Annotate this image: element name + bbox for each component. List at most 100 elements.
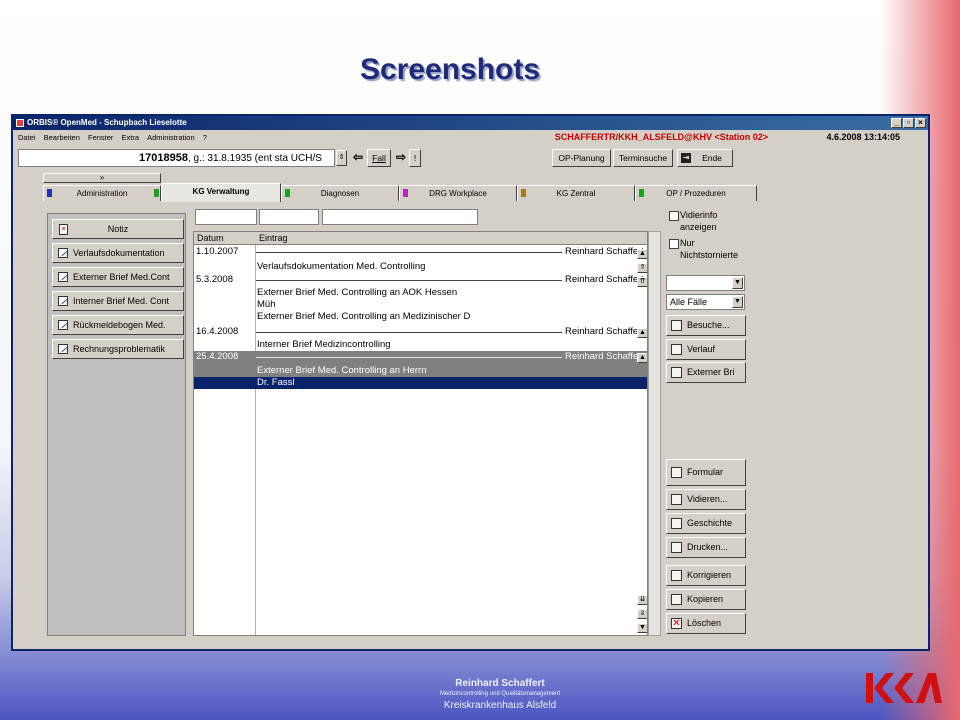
slide-title: Screenshots bbox=[359, 53, 541, 86]
menu-help[interactable]: ? bbox=[203, 133, 207, 142]
book-icon bbox=[671, 518, 682, 529]
patient-dropdown[interactable]: ⇕ bbox=[336, 150, 347, 166]
row-date: 5.3.2008 bbox=[196, 274, 233, 285]
note-icon bbox=[671, 344, 682, 355]
rueckmeldebogen-button[interactable]: Rückmeldebogen Med. bbox=[52, 315, 184, 335]
table-row-highlight[interactable]: Dr. Fassl bbox=[194, 377, 647, 389]
faelle-select[interactable]: Alle Fälle ▼ bbox=[666, 294, 745, 310]
tab-flag-icon bbox=[285, 189, 290, 197]
rechnungsproblematik-button[interactable]: Rechnungsproblematik bbox=[52, 339, 184, 359]
geschichte-button[interactable]: Geschichte bbox=[666, 513, 746, 534]
document-icon bbox=[58, 248, 68, 258]
verlaufsdokumentation-button[interactable]: Verlaufsdokumentation bbox=[52, 243, 184, 263]
patient-info: , g.: 31.8.1935 (ent sta UCH/S bbox=[187, 153, 322, 164]
tab-flag-icon bbox=[403, 189, 408, 197]
interner-brief-button[interactable]: Interner Brief Med. Cont bbox=[52, 291, 184, 311]
externer-bri-button[interactable]: Externer Bri bbox=[666, 362, 746, 383]
document-icon bbox=[58, 272, 68, 282]
chevron-down-icon: ▼ bbox=[732, 277, 743, 289]
ende-button[interactable]: ⇥ Ende bbox=[677, 149, 733, 167]
drucken-button[interactable]: Drucken... bbox=[666, 537, 746, 558]
nichtstornierte-checkbox[interactable] bbox=[669, 239, 679, 249]
menu-administration[interactable]: Administration bbox=[147, 133, 195, 142]
close-button[interactable]: × bbox=[915, 118, 926, 128]
document-icon bbox=[58, 296, 68, 306]
chevron-down-icon: ▼ bbox=[732, 296, 743, 308]
document-icon bbox=[58, 344, 68, 354]
entries-grid: Datum Eintrag 1.10.2007 Reinhard Schaffe… bbox=[193, 231, 648, 636]
row-entry-line: Müh bbox=[257, 299, 276, 310]
vidierinfo-label: Vidierinfo anzeigen bbox=[680, 210, 718, 232]
fall-button[interactable]: Fall bbox=[367, 149, 391, 167]
filter-select-1[interactable]: ▼ bbox=[666, 275, 745, 291]
back-arrow-icon[interactable]: ⇦ bbox=[349, 149, 367, 167]
window-title: ORBIS® OpenMed - Schupbach Lieselotte bbox=[27, 118, 187, 127]
book-icon bbox=[671, 320, 682, 331]
filter-input-1[interactable] bbox=[195, 209, 257, 225]
vidieren-button[interactable]: Vidieren... bbox=[666, 489, 746, 510]
minimize-button[interactable]: _ bbox=[891, 118, 902, 128]
tab-kg-zentral[interactable]: KG Zentral bbox=[517, 185, 635, 201]
tab-drg-workplace[interactable]: DRG Workplace bbox=[399, 185, 517, 201]
kka-logo bbox=[866, 673, 942, 703]
menu-extra[interactable]: Extra bbox=[122, 133, 140, 142]
toolbar: 17018958, g.: 31.8.1935 (ent sta UCH/S ⇕… bbox=[13, 146, 928, 170]
row-scroll-up-icon[interactable]: ⇑ bbox=[637, 263, 647, 273]
ende-label: Ende bbox=[702, 153, 722, 163]
tab-kg-verwaltung[interactable]: KG Verwaltung bbox=[154, 183, 281, 202]
besuche-button[interactable]: Besuche... bbox=[666, 315, 746, 336]
table-row[interactable]: 1.10.2007 Reinhard Schaffert Verlaufsdok… bbox=[194, 246, 647, 274]
footer-dept: Medizincontrolling und Qualitätsmanageme… bbox=[439, 691, 561, 697]
patient-field[interactable]: 17018958, g.: 31.8.1935 (ent sta UCH/S bbox=[18, 149, 335, 167]
kopieren-button[interactable]: Kopieren bbox=[666, 589, 746, 610]
table-row-selected[interactable]: 25.4.2008 Reinhard Schaffert Externer Br… bbox=[194, 351, 647, 377]
tab-flag-icon bbox=[639, 189, 644, 197]
app-icon bbox=[16, 119, 24, 127]
terminsuche-button[interactable]: Terminsuche bbox=[613, 149, 673, 167]
vidierinfo-checkbox[interactable] bbox=[669, 211, 679, 221]
signature-icon bbox=[671, 494, 682, 505]
column-datum[interactable]: Datum bbox=[197, 232, 224, 245]
nichtstornierte-label: Nur Nichtstornierte bbox=[680, 238, 739, 260]
menu-datei[interactable]: Datei bbox=[18, 133, 36, 142]
edit-icon bbox=[671, 570, 682, 581]
footer-org: Kreiskrankenhaus Alsfeld bbox=[443, 700, 557, 711]
formular-button[interactable]: Formular bbox=[666, 459, 746, 486]
scroll-bottom-icon[interactable]: ▼ bbox=[637, 623, 647, 633]
row-entry-line: Externer Brief Med. Controlling an Herrn bbox=[257, 365, 427, 376]
column-eintrag[interactable]: Eintrag bbox=[259, 232, 288, 245]
verlauf-button[interactable]: Verlauf bbox=[666, 339, 746, 360]
row-scroll-up-icon[interactable]: ▲ bbox=[637, 249, 647, 259]
document-icon bbox=[58, 320, 68, 330]
scroll-down-icon[interactable]: ⇊ bbox=[637, 595, 647, 605]
table-row[interactable]: 16.4.2008 Reinhard Schaffert Interner Br… bbox=[194, 326, 647, 351]
tab-op-prozeduren[interactable]: OP / Prozeduren bbox=[635, 185, 757, 201]
korrigieren-button[interactable]: Korrigieren bbox=[666, 565, 746, 586]
footer: Reinhard Schaffert Medizincontrolling un… bbox=[0, 678, 960, 711]
loeschen-button[interactable]: ✕ Löschen bbox=[666, 613, 746, 634]
filter-input-2[interactable] bbox=[259, 209, 319, 225]
table-row[interactable]: 5.3.2008 Reinhard Schaffert Externer Bri… bbox=[194, 274, 647, 326]
exit-icon: ⇥ bbox=[681, 153, 691, 163]
tab-flag-icon bbox=[47, 189, 52, 197]
menu-fenster[interactable]: Fenster bbox=[88, 133, 113, 142]
exclamation-button[interactable]: ! bbox=[409, 149, 421, 167]
op-planung-button[interactable]: OP-Planung bbox=[552, 149, 611, 167]
tab-diagnosen[interactable]: Diagnosen bbox=[281, 185, 399, 201]
row-scroll-top-icon[interactable]: ⇈ bbox=[637, 277, 647, 287]
grid-scrollbar[interactable] bbox=[648, 231, 661, 636]
externer-brief-button[interactable]: Externer Brief Med.Cont bbox=[52, 267, 184, 287]
filter-input-3[interactable] bbox=[322, 209, 478, 225]
row-scroll-icon[interactable]: ▲ bbox=[637, 328, 647, 338]
datetime: 4.6.2008 13:14:05 bbox=[826, 132, 900, 142]
scroll-down-icon[interactable]: ⇓ bbox=[637, 609, 647, 619]
maximize-button[interactable]: ▫ bbox=[903, 118, 914, 128]
actions-panel: Vidierinfo anzeigen Nur Nichtstornierte … bbox=[662, 201, 759, 638]
tab-administration[interactable]: Administration bbox=[43, 185, 161, 201]
notiz-button[interactable]: ≡ Notiz bbox=[52, 219, 184, 239]
menu-bearbeiten[interactable]: Bearbeiten bbox=[44, 133, 80, 142]
row-scroll-icon[interactable]: ▲ bbox=[637, 353, 647, 363]
forward-arrow-icon[interactable]: ⇨ bbox=[393, 149, 409, 167]
collapse-toggle[interactable]: » bbox=[43, 173, 161, 183]
document-type-panel: ≡ Notiz Verlaufsdokumentation Externer Br… bbox=[47, 213, 186, 636]
